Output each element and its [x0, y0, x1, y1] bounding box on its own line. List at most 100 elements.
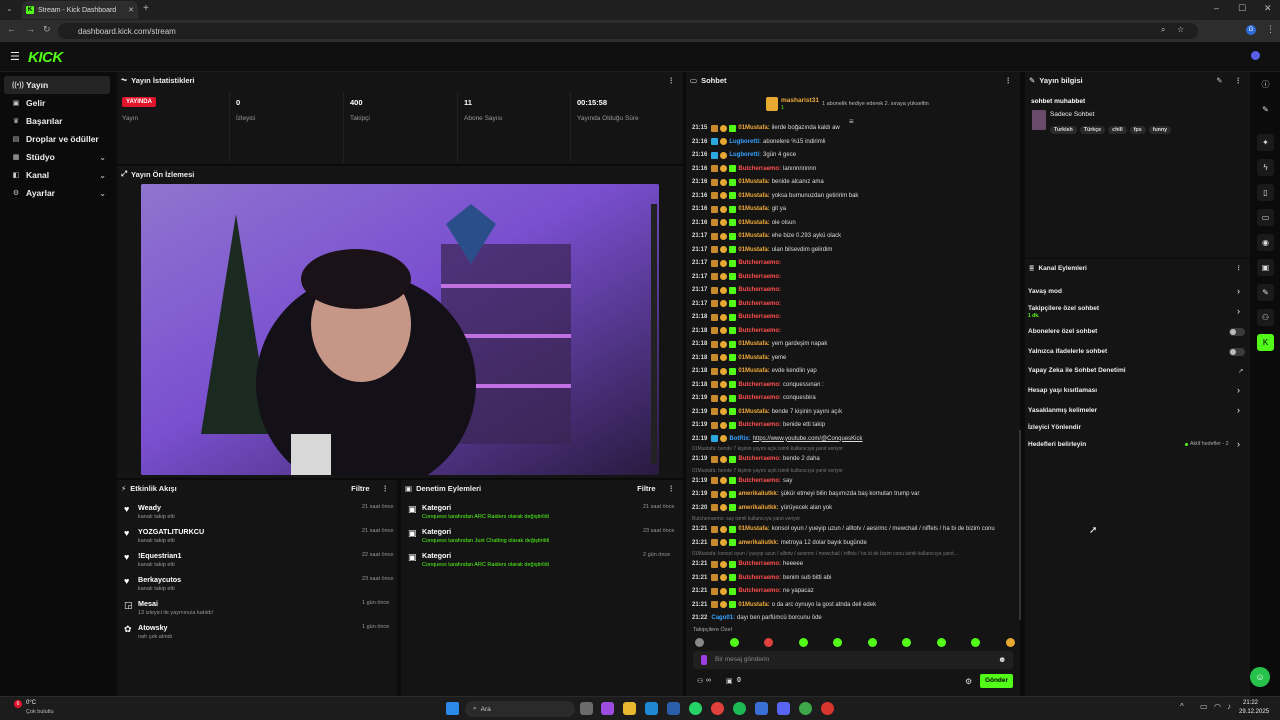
tag[interactable]: Türkçe [1079, 126, 1106, 134]
clock-time[interactable]: 21:22 [1243, 700, 1258, 706]
chat-message[interactable]: 21:17 01Mustafa: ehe bize 0.293 aykü ola… [692, 231, 841, 241]
zoom-icon[interactable]: ⌕ [1161, 25, 1165, 35]
activity-item[interactable]: Atowsky nah çek alındı [138, 623, 172, 640]
reply-context[interactable]: 01Mustafa: bende 7 kişinin yayını açık i… [692, 468, 843, 474]
chat-message[interactable]: 21:19 Butcherraemo: bende 2 daha [692, 454, 820, 464]
collapse-icon[interactable]: ≡ [849, 117, 854, 126]
emote-icon[interactable] [936, 638, 946, 647]
wrench-tool-icon[interactable]: ✎ [1257, 284, 1274, 301]
sidebar-item-drops[interactable]: ▤ Droplar ve ödüller [4, 130, 110, 148]
chat-message[interactable]: 21:18 01Mustafa: yeme [692, 353, 786, 363]
chat-message[interactable]: 21:17 01Mustafa: ulan bilsevdim gelirdim [692, 245, 832, 255]
chat-username[interactable]: 01Mustafa: [738, 233, 769, 239]
chat-message[interactable]: 21:18 01Mustafa: yem gardeşim napak [692, 339, 827, 349]
task-view-icon[interactable] [580, 702, 593, 715]
pinned-user[interactable]: masharist31 [781, 97, 819, 104]
start-icon[interactable] [446, 702, 459, 715]
chat-message[interactable]: 21:19 01Mustafa: bende 7 kişinin yayını … [692, 407, 842, 417]
more-options-icon[interactable]: ⋮ [1236, 264, 1243, 272]
goals-item[interactable]: Hedefleri belirleyin [1028, 441, 1086, 448]
maximize-icon[interactable]: ☐ [1238, 3, 1246, 14]
back-icon[interactable]: ← [7, 24, 16, 34]
activity-item[interactable]: YOZGATLITURKCU kanalı takip etti [138, 527, 204, 544]
emote-icon[interactable] [902, 638, 911, 647]
chat-username[interactable]: amerikaliutkk: [738, 491, 778, 497]
viewer-redirect-item[interactable]: İzleyici Yönlendir [1028, 424, 1081, 431]
emote-icon[interactable] [798, 638, 808, 647]
chat-username[interactable]: Lugboretti: [729, 139, 761, 145]
chat-message[interactable]: 21:19 Butcherraemo: conquesbira [692, 393, 816, 403]
weather-temp[interactable]: 0°C [26, 700, 36, 706]
chat-username[interactable]: Butcherraemo: [738, 478, 781, 484]
chat-username[interactable]: amerikaliutkk: [738, 505, 778, 511]
send-button[interactable]: Gönder [980, 674, 1013, 688]
tag[interactable]: Turkish [1050, 126, 1077, 134]
chat-message[interactable]: 21:17 Butcherraemo: [692, 299, 783, 309]
chat-scrollbar[interactable] [1019, 430, 1021, 620]
subs-chat-toggle[interactable] [1229, 328, 1245, 336]
chat-message[interactable]: 21:18 01Mustafa: evde kendlin yap [692, 366, 817, 376]
activity-item[interactable]: Weady kanalı takip etti [138, 503, 175, 520]
chat-username[interactable]: 01Mustafa: [738, 602, 769, 608]
chat-username[interactable]: Butcherraemo: [738, 395, 781, 401]
chat-username[interactable]: 01Mustafa: [738, 526, 769, 532]
more-options-icon[interactable]: ⋮ [668, 484, 676, 493]
emotes-chat-item[interactable]: Yalnızca ifadelerle sohbet [1028, 348, 1107, 355]
chat-username[interactable]: Butcherraemo: [738, 422, 781, 428]
emoji-icon[interactable]: ☻ [998, 655, 1006, 664]
wifi-icon[interactable]: ◠ [1214, 702, 1221, 711]
sidebar-item-channel[interactable]: ◧ Kanal ⌄ [4, 166, 110, 184]
copilot-icon[interactable] [601, 702, 614, 715]
tag[interactable]: fps [1129, 126, 1146, 134]
chat-username[interactable]: Lugboretti: [729, 152, 761, 158]
close-window-icon[interactable]: ✕ [1264, 3, 1272, 14]
sidebar-item-achievements[interactable]: ♛ Başarılar [4, 112, 110, 130]
gift-icon[interactable]: ▣ [726, 677, 733, 685]
bookmark-star-icon[interactable]: ☆ [1177, 25, 1184, 34]
chat-username[interactable]: Butcherraemo: [738, 166, 781, 172]
activity-item[interactable]: Berkaycutos kanalı takip etti [138, 575, 181, 592]
weather-desc[interactable]: Çok bulutlu [26, 709, 54, 715]
chevron-right-icon[interactable]: › [1237, 306, 1240, 316]
chat-message[interactable]: 21:18 Butcherraemo: [692, 326, 783, 336]
tag[interactable]: funny [1148, 126, 1172, 134]
more-options-icon[interactable]: ⋮ [382, 484, 390, 493]
emote-icon[interactable] [695, 638, 704, 647]
chat-message[interactable]: 21:19 BotRix: https://www.youtube.com/@C… [692, 434, 863, 444]
chat-username[interactable]: 01Mustafa: [738, 341, 769, 347]
edit-icon[interactable]: ✎ [1216, 76, 1222, 85]
chat-username[interactable]: Butcherraemo: [738, 456, 781, 462]
chat-message[interactable]: 21:17 Butcherraemo: [692, 272, 783, 282]
emote-icon[interactable] [764, 638, 773, 647]
chat-message[interactable]: 21:16 Lugboretti: 3gün 4 gece [692, 150, 796, 160]
moderation-item[interactable]: Kategori Conquess tarafından ARC Raiders… [422, 551, 549, 568]
taskbar-search[interactable]: ⌕ Ara [465, 701, 575, 717]
banned-words-item[interactable]: Yasaklanmış kelimeler [1028, 407, 1097, 414]
activity-item[interactable]: Mesai 13 izleyici ile yayınınıza katıldı… [138, 599, 213, 616]
chat-message[interactable]: 21:17 Butcherraemo: [692, 285, 783, 295]
settings-app-icon[interactable] [755, 702, 768, 715]
reload-icon[interactable]: ↻ [43, 24, 51, 35]
chat-message[interactable]: 21:16 Lugboretti: abonelere %15 indiriml… [692, 137, 825, 147]
pencil-icon[interactable]: ✎ [1257, 101, 1274, 118]
chat-message[interactable]: 21:17 Butcherraemo: [692, 258, 783, 268]
users-icon[interactable]: ⚇ [697, 677, 703, 685]
emote-icon[interactable] [833, 638, 842, 647]
subs-chat-item[interactable]: Abonelere özel sohbet [1028, 328, 1097, 335]
chrome-icon[interactable] [711, 702, 724, 715]
external-link-icon[interactable]: ↗ [1238, 367, 1243, 375]
activity-tool-icon[interactable]: ✦ [1257, 134, 1274, 151]
chat-message[interactable]: 21:16 01Mustafa: ole olsun [692, 218, 796, 228]
filter-button[interactable]: Filtre [351, 484, 369, 493]
chat-message[interactable]: 21:16 01Mustafa: benide alcanız ama [692, 177, 824, 187]
users-tool-icon[interactable]: ⚇ [1257, 309, 1274, 326]
sidebar-item-settings[interactable]: ⚙ Ayarlar ⌄ [4, 184, 110, 202]
chat-username[interactable]: Butcherraemo: [738, 328, 781, 334]
stream-video-preview[interactable] [141, 184, 659, 475]
close-tab-icon[interactable]: ✕ [128, 6, 134, 14]
tag[interactable]: chill [1108, 126, 1127, 134]
chat-message[interactable]: 21:21 01Mustafa: o da arc oynuyo la gost… [692, 600, 876, 610]
chat-username[interactable]: BotRix: [729, 436, 750, 442]
reply-context[interactable]: 01Mustafa: konsol oyun / yueyip uzun / a… [692, 551, 958, 557]
chevron-right-icon[interactable]: › [1237, 439, 1240, 449]
